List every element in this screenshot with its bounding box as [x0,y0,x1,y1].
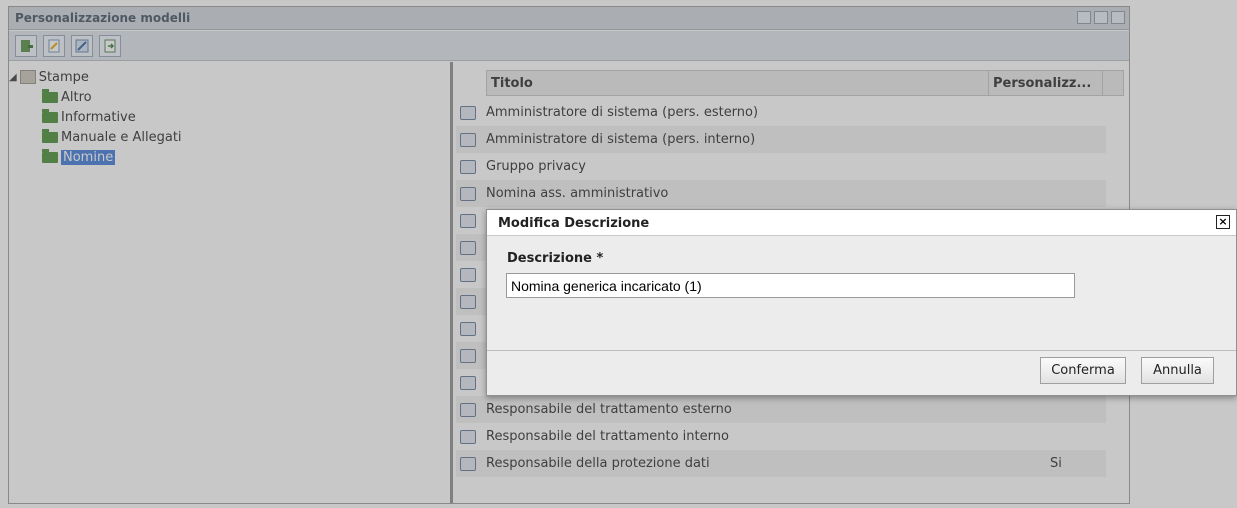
cancel-button[interactable]: Annulla [1141,357,1214,384]
dialog-separator [487,350,1236,351]
page: Personalizzazione modelli ◢ Stampe Altro… [0,0,1237,508]
dialog-titlebar: Modifica Descrizione × [487,210,1236,236]
confirm-button[interactable]: Conferma [1040,357,1126,384]
description-input[interactable] [506,273,1075,298]
description-label: Descrizione * [507,251,604,266]
dialog-title: Modifica Descrizione [498,216,650,231]
background-logo-fragment [1148,378,1208,498]
edit-description-dialog: Modifica Descrizione × Descrizione * Con… [486,209,1237,396]
close-icon[interactable]: × [1216,215,1230,229]
